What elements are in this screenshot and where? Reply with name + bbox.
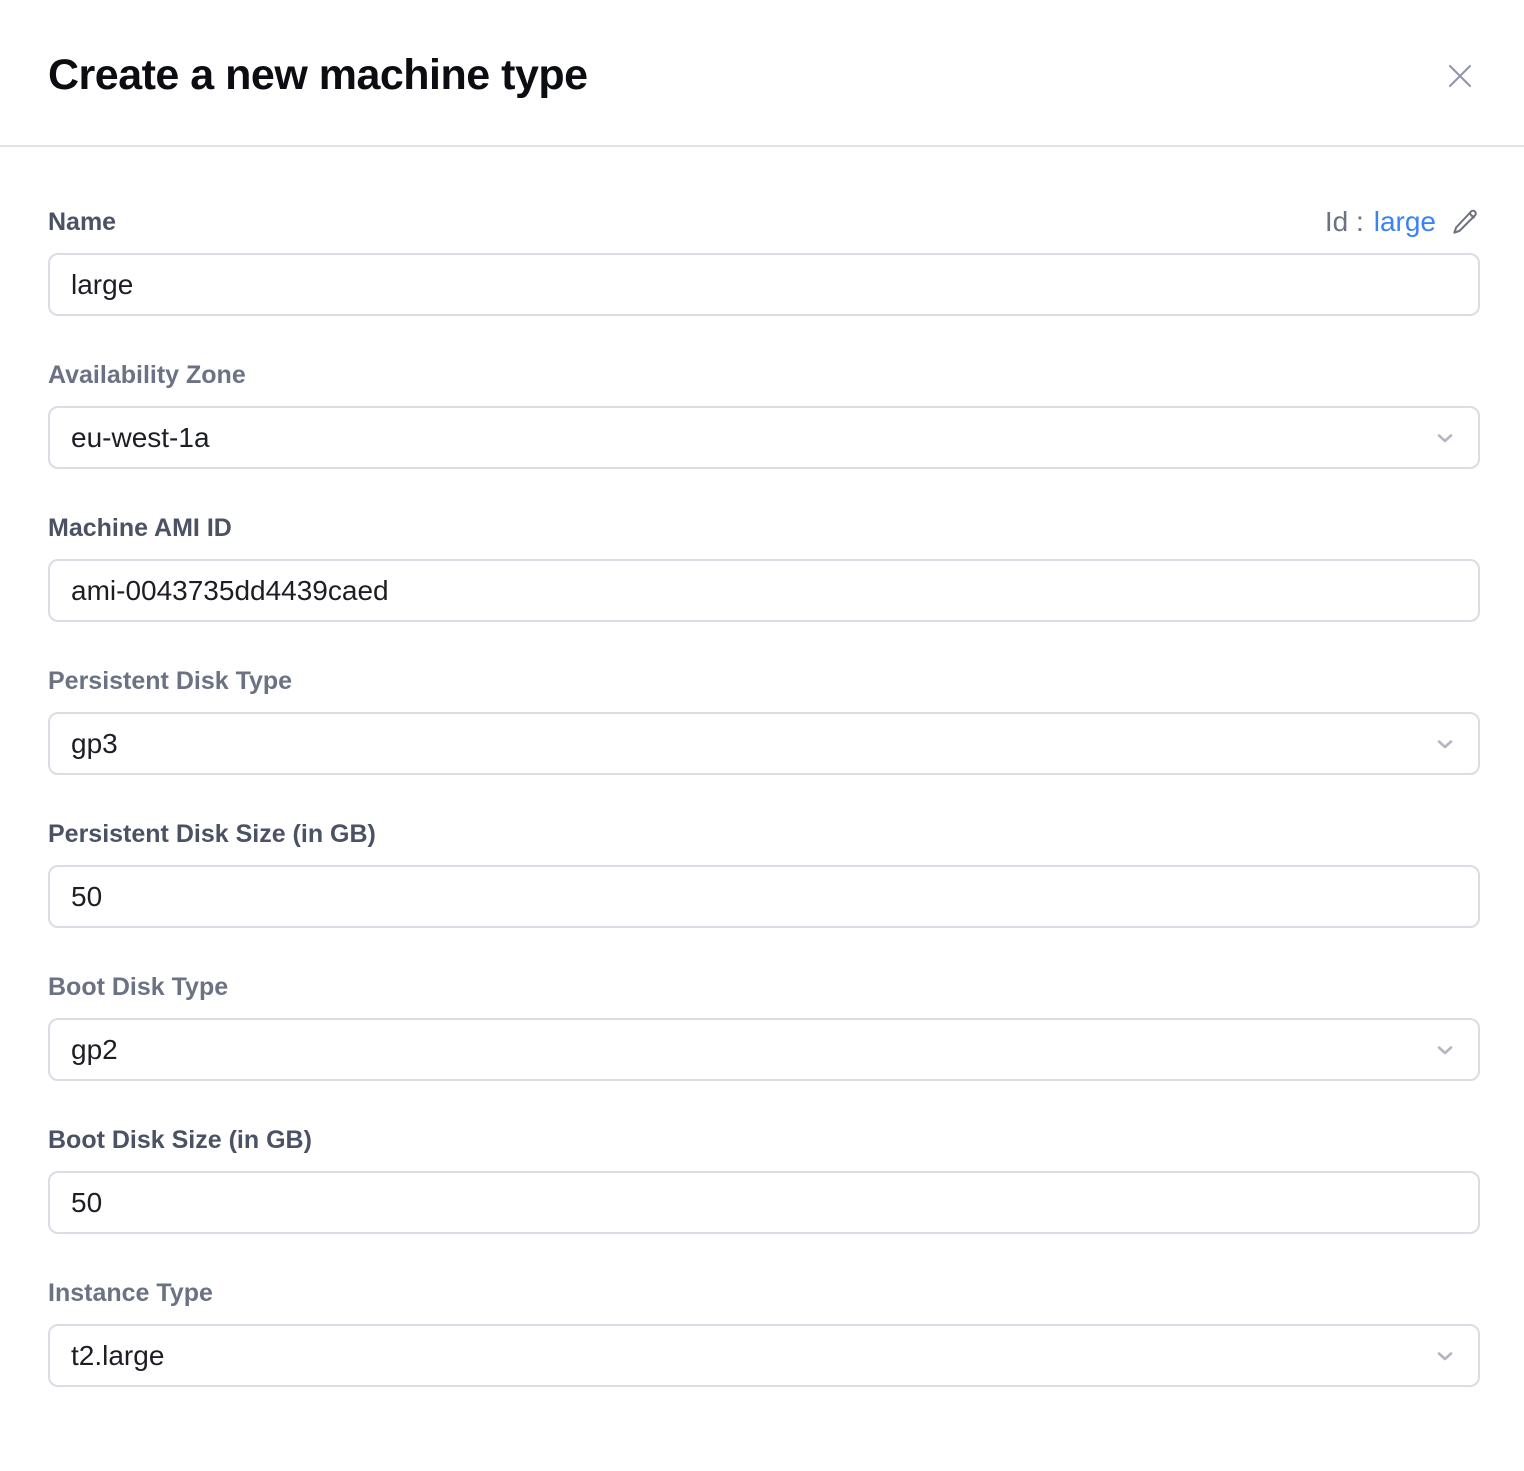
name-label: Name (48, 207, 116, 237)
chevron-down-icon (1433, 732, 1457, 756)
persistent-disk-type-label: Persistent Disk Type (48, 666, 1480, 696)
instance-type-value: t2.large (71, 1340, 164, 1372)
field-boot-disk-type: Boot Disk Type gp2 (48, 972, 1480, 1081)
machine-id-display: Id : large (1325, 207, 1480, 237)
persistent-disk-size-label: Persistent Disk Size (in GB) (48, 819, 1480, 849)
machine-ami-id-input[interactable] (48, 559, 1480, 622)
chevron-down-icon (1433, 1038, 1457, 1062)
availability-zone-select[interactable]: eu-west-1a (48, 406, 1480, 469)
name-input[interactable] (48, 253, 1480, 316)
edit-id-button[interactable] (1450, 207, 1480, 237)
persistent-disk-type-select[interactable]: gp3 (48, 712, 1480, 775)
modal-body: Name Id : large Availability Zone (0, 147, 1524, 1471)
field-persistent-disk-size: Persistent Disk Size (in GB) (48, 819, 1480, 928)
field-name: Name Id : large (48, 207, 1480, 316)
field-machine-ami-id: Machine AMI ID (48, 513, 1480, 622)
boot-disk-type-value: gp2 (71, 1034, 118, 1066)
boot-disk-type-label: Boot Disk Type (48, 972, 1480, 1002)
chevron-down-icon (1433, 426, 1457, 450)
chevron-down-icon (1433, 1344, 1457, 1368)
persistent-disk-size-input[interactable] (48, 865, 1480, 928)
close-button[interactable] (1440, 56, 1480, 96)
boot-disk-size-input[interactable] (48, 1171, 1480, 1234)
pencil-icon (1450, 207, 1480, 237)
field-persistent-disk-type: Persistent Disk Type gp3 (48, 666, 1480, 775)
modal-header: Create a new machine type (0, 0, 1524, 147)
field-boot-disk-size: Boot Disk Size (in GB) (48, 1125, 1480, 1234)
persistent-disk-type-value: gp3 (71, 728, 118, 760)
availability-zone-value: eu-west-1a (71, 422, 210, 454)
x-icon (1444, 60, 1476, 92)
instance-type-select[interactable]: t2.large (48, 1324, 1480, 1387)
machine-ami-id-label: Machine AMI ID (48, 513, 1480, 543)
id-value: large (1374, 207, 1436, 237)
field-instance-type: Instance Type t2.large (48, 1278, 1480, 1387)
name-label-row: Name Id : large (48, 207, 1480, 237)
create-machine-type-modal: Create a new machine type Name Id : larg… (0, 0, 1524, 1418)
modal-title: Create a new machine type (48, 51, 588, 100)
boot-disk-type-select[interactable]: gp2 (48, 1018, 1480, 1081)
field-availability-zone: Availability Zone eu-west-1a (48, 360, 1480, 469)
availability-zone-label: Availability Zone (48, 360, 1480, 390)
boot-disk-size-label: Boot Disk Size (in GB) (48, 1125, 1480, 1155)
id-prefix: Id : (1325, 207, 1364, 237)
instance-type-label: Instance Type (48, 1278, 1480, 1308)
